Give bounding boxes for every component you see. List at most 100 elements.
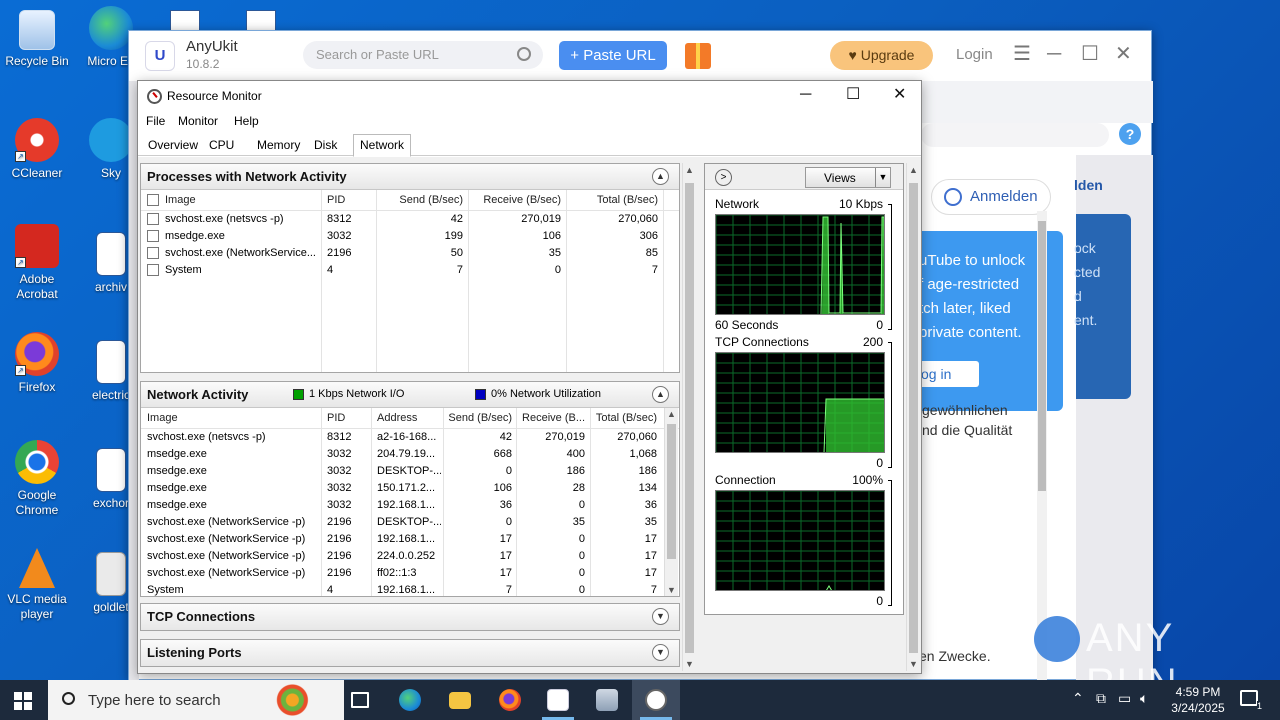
scroll-up-icon[interactable]: ▲ <box>667 409 676 419</box>
section-header[interactable]: Listening Ports ▼ <box>141 640 679 666</box>
expand-icon[interactable]: ▼ <box>652 644 669 661</box>
row-checkbox[interactable] <box>147 264 159 276</box>
scroll-down-icon[interactable]: ▼ <box>667 585 676 595</box>
col-send[interactable]: Send (B/sec) <box>381 194 463 206</box>
collapse-icon[interactable]: ▲ <box>652 168 669 185</box>
title-bar[interactable]: Resource Monitor ─ ☐ ✕ <box>138 81 921 111</box>
table-row[interactable]: svchost.exe (NetworkService -p) 2196 192.1… <box>141 531 679 548</box>
col-pid[interactable]: PID <box>327 412 345 424</box>
chevron-down-icon[interactable]: ▼ <box>875 168 890 187</box>
upgrade-button[interactable]: ♥ Upgrade <box>830 41 933 70</box>
menu-monitor[interactable]: Monitor <box>178 114 218 128</box>
desktop-icon-acrobat[interactable]: ↗ Adobe Acrobat <box>0 224 74 302</box>
col-address[interactable]: Address <box>377 412 417 424</box>
table-row[interactable]: msedge.exe 3032 DESKTOP-... 0 186 186 <box>141 463 679 480</box>
tab-cpu[interactable]: CPU <box>209 138 234 152</box>
select-all-checkbox[interactable] <box>147 194 159 206</box>
table-row[interactable]: svchost.exe (netsvcs -p) 8312 a2-16-168...… <box>141 429 679 446</box>
scrollbar-thumb[interactable] <box>909 183 918 653</box>
help-icon[interactable]: ? <box>1119 123 1141 145</box>
notification-icon[interactable]: 1 <box>1240 690 1262 711</box>
main-scrollbar[interactable]: ▲ ▼ <box>682 163 696 671</box>
windows-start-icon[interactable] <box>14 692 32 710</box>
row-checkbox[interactable] <box>147 247 159 259</box>
section-header[interactable]: TCP Connections ▼ <box>141 604 679 630</box>
desktop-icon-ccleaner[interactable]: ↗ CCleaner <box>0 118 74 181</box>
row-checkbox[interactable] <box>147 230 159 242</box>
browser-url-field[interactable] <box>921 123 1109 147</box>
table-row[interactable]: msedge.exe 3032 192.168.1... 36 0 36 <box>141 497 679 514</box>
scroll-up-icon[interactable]: ▲ <box>685 165 694 175</box>
table-row[interactable]: svchost.exe (netsvcs -p) 8312 42 270,019 270… <box>141 211 679 228</box>
tab-overview[interactable]: Overview <box>148 138 198 152</box>
tab-disk[interactable]: Disk <box>314 138 337 152</box>
taskbar-search-box[interactable]: Type here to search <box>48 680 344 720</box>
tab-network[interactable]: Network <box>353 134 412 157</box>
table-row[interactable]: svchost.exe (NetworkService -p) 2196 224.0… <box>141 548 679 565</box>
anmelden-fragment[interactable]: lden <box>1074 177 1103 193</box>
clock[interactable]: 4:59 PM 3/24/2025 <box>1160 684 1236 716</box>
table-row[interactable]: svchost.exe (NetworkService -p) 2196 ff02:… <box>141 565 679 582</box>
tab-memory[interactable]: Memory <box>257 138 300 152</box>
page-scrollbar[interactable] <box>1037 211 1047 680</box>
scrollbar-thumb[interactable] <box>667 424 676 559</box>
table-row[interactable]: msedge.exe 3032 199 106 306 <box>141 228 679 245</box>
scrollbar-thumb[interactable] <box>685 183 694 653</box>
maximize-icon[interactable]: ☐ <box>1081 43 1099 65</box>
graph-pane-scrollbar[interactable]: ▲ ▼ <box>906 163 920 671</box>
taskbar-resource-monitor[interactable] <box>632 680 680 720</box>
search-highlight-icon[interactable] <box>270 684 326 716</box>
col-receive[interactable]: Receive (B... <box>521 412 585 424</box>
expand-pane-icon[interactable]: > <box>715 169 732 186</box>
table-row[interactable]: msedge.exe 3032 204.79.19... 668 400 1,068 <box>141 446 679 463</box>
col-image[interactable]: Image <box>165 194 196 206</box>
minimize-icon[interactable]: ─ <box>800 86 811 104</box>
taskbar-file-explorer[interactable] <box>436 680 484 720</box>
desktop-icon-vlc[interactable]: VLC media player <box>0 548 74 622</box>
table-row[interactable]: svchost.exe (NetworkService -p) 2196 DESKT… <box>141 514 679 531</box>
row-checkbox[interactable] <box>147 213 159 225</box>
desktop-icon-chrome[interactable]: Google Chrome <box>0 440 74 518</box>
scroll-down-icon[interactable]: ▼ <box>909 659 918 669</box>
views-dropdown[interactable]: Views ▼ <box>805 167 891 188</box>
close-icon[interactable]: ✕ <box>893 86 906 104</box>
table-row[interactable]: System 4 192.168.1... 7 0 7 <box>141 582 679 596</box>
table-scrollbar[interactable]: ▲ ▼ <box>664 408 678 596</box>
taskbar-network-app[interactable] <box>583 680 631 720</box>
table-row[interactable]: System 4 7 0 7 <box>141 262 679 279</box>
network-icon[interactable]: ▭ <box>1118 690 1131 707</box>
scrollbar-thumb[interactable] <box>1038 221 1046 491</box>
close-icon[interactable]: ✕ <box>1115 43 1132 65</box>
desktop-icon-recycle-bin[interactable]: Recycle Bin <box>0 10 74 69</box>
minimize-icon[interactable]: ─ <box>1047 43 1061 65</box>
scroll-down-icon[interactable]: ▼ <box>685 659 694 669</box>
col-pid[interactable]: PID <box>327 194 345 206</box>
menu-file[interactable]: File <box>146 114 165 128</box>
desktop-file-icon[interactable] <box>246 10 276 32</box>
col-total[interactable]: Total (B/sec) <box>593 412 657 424</box>
col-image[interactable]: Image <box>147 412 178 424</box>
scroll-up-icon[interactable]: ▲ <box>909 165 918 175</box>
gift-icon[interactable] <box>685 43 711 69</box>
menu-help[interactable]: Help <box>234 114 259 128</box>
section-header[interactable]: Network Activity 1 Kbps Network I/O 0% N… <box>141 382 679 408</box>
desktop-file-icon[interactable] <box>170 10 200 32</box>
login-link[interactable]: Login <box>956 46 993 63</box>
taskbar-firefox[interactable] <box>486 680 534 720</box>
collapse-icon[interactable]: ▲ <box>652 386 669 403</box>
device-icon[interactable]: ⧉ <box>1096 690 1106 707</box>
expand-icon[interactable]: ▼ <box>652 608 669 625</box>
volume-icon[interactable]: 🔈︎ <box>1140 690 1148 707</box>
section-header[interactable]: Processes with Network Activity ▲ <box>141 164 679 190</box>
url-search-input[interactable]: Search or Paste URL <box>303 41 543 69</box>
desktop-icon-firefox[interactable]: ↗ Firefox <box>0 332 74 395</box>
maximize-icon[interactable]: ☐ <box>846 86 860 104</box>
taskbar-edge[interactable] <box>386 680 434 720</box>
table-row[interactable]: msedge.exe 3032 150.171.2... 106 28 134 <box>141 480 679 497</box>
table-row[interactable]: svchost.exe (NetworkService... 2196 50 35 85 <box>141 245 679 262</box>
hamburger-menu-icon[interactable]: ☰ <box>1013 43 1031 65</box>
search-icon[interactable] <box>517 47 531 61</box>
anmelden-button[interactable]: Anmelden <box>931 179 1051 215</box>
paste-url-button[interactable]: + Paste URL <box>559 41 667 70</box>
col-send[interactable]: Send (B/sec) <box>446 412 512 424</box>
